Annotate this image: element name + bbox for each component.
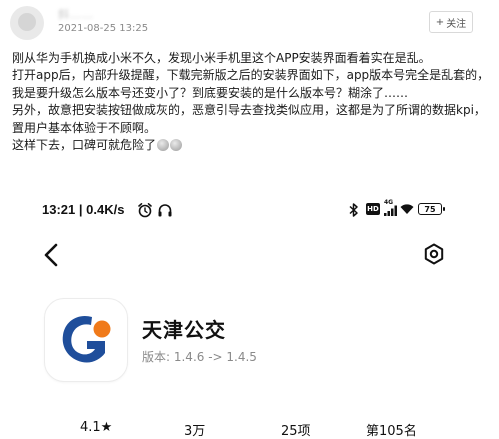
tianjin-bus-logo-icon bbox=[62, 315, 111, 363]
ranking-stat: 第105名 bbox=[366, 424, 417, 439]
embedded-phone-screenshot: 13:21 | 0.4K/s HD 4G 75 天津公交 版本: 1.4.6 -… bbox=[26, 190, 496, 439]
avatar[interactable] bbox=[10, 6, 44, 40]
plus-icon: + bbox=[435, 16, 445, 28]
app-name: 天津公交 bbox=[142, 318, 226, 342]
downloads-stat: 3万 bbox=[184, 424, 206, 439]
username[interactable]: 斜…… bbox=[58, 6, 128, 21]
hd-icon: HD bbox=[366, 203, 380, 215]
post-last-line: 这样下去，口碑可就危险了 bbox=[12, 138, 157, 153]
headphones-icon bbox=[158, 204, 172, 217]
follow-button[interactable]: + 关注 bbox=[429, 11, 473, 33]
app-icon bbox=[44, 298, 128, 382]
post-paragraph: 另外，故意把安装按钮做成灰的，恶意引导去查找类似应用，这都是为了所谓的数据kpi… bbox=[12, 103, 486, 135]
post-paragraph: 打开app后，内部升级提醒，下载完新版之后的安装界面如下，app版本号完全是乱套… bbox=[12, 68, 490, 100]
rating-stat: 4.1★ bbox=[80, 420, 113, 435]
avatar-image bbox=[18, 13, 36, 31]
bluetooth-icon bbox=[349, 203, 358, 217]
status-speed: 0.4K/s bbox=[86, 202, 125, 217]
battery-icon: 75 bbox=[418, 203, 445, 215]
settings-button[interactable] bbox=[423, 243, 445, 265]
signal-icon bbox=[384, 205, 397, 216]
battery-level: 75 bbox=[424, 204, 436, 214]
emoji-icon bbox=[170, 139, 183, 152]
alarm-icon bbox=[138, 203, 152, 218]
post-paragraph-last: 这样下去，口碑可就危险了 bbox=[12, 137, 490, 154]
wifi-icon bbox=[400, 204, 414, 214]
permissions-stat: 25项 bbox=[281, 424, 311, 439]
emoji-icon bbox=[157, 139, 170, 152]
app-stats-row: 4.1★ 3万 25项 第105名 bbox=[26, 420, 496, 439]
back-button[interactable] bbox=[40, 242, 62, 268]
post-paragraph: 刚从华为手机换成小米不久，发现小米手机里这个APP安装界面看着实在是乱。 bbox=[12, 51, 431, 65]
status-time: 13:21 bbox=[42, 202, 76, 217]
post-body: 刚从华为手机换成小米不久，发现小米手机里这个APP安装界面看着实在是乱。 打开a… bbox=[12, 50, 490, 154]
app-version: 版本: 1.4.6 -> 1.4.5 bbox=[142, 350, 257, 364]
post-timestamp: 2021-08-25 13:25 bbox=[58, 23, 149, 34]
follow-button-label: 关注 bbox=[446, 18, 467, 30]
status-bar-time: 13:21 | 0.4K/s bbox=[42, 202, 125, 217]
